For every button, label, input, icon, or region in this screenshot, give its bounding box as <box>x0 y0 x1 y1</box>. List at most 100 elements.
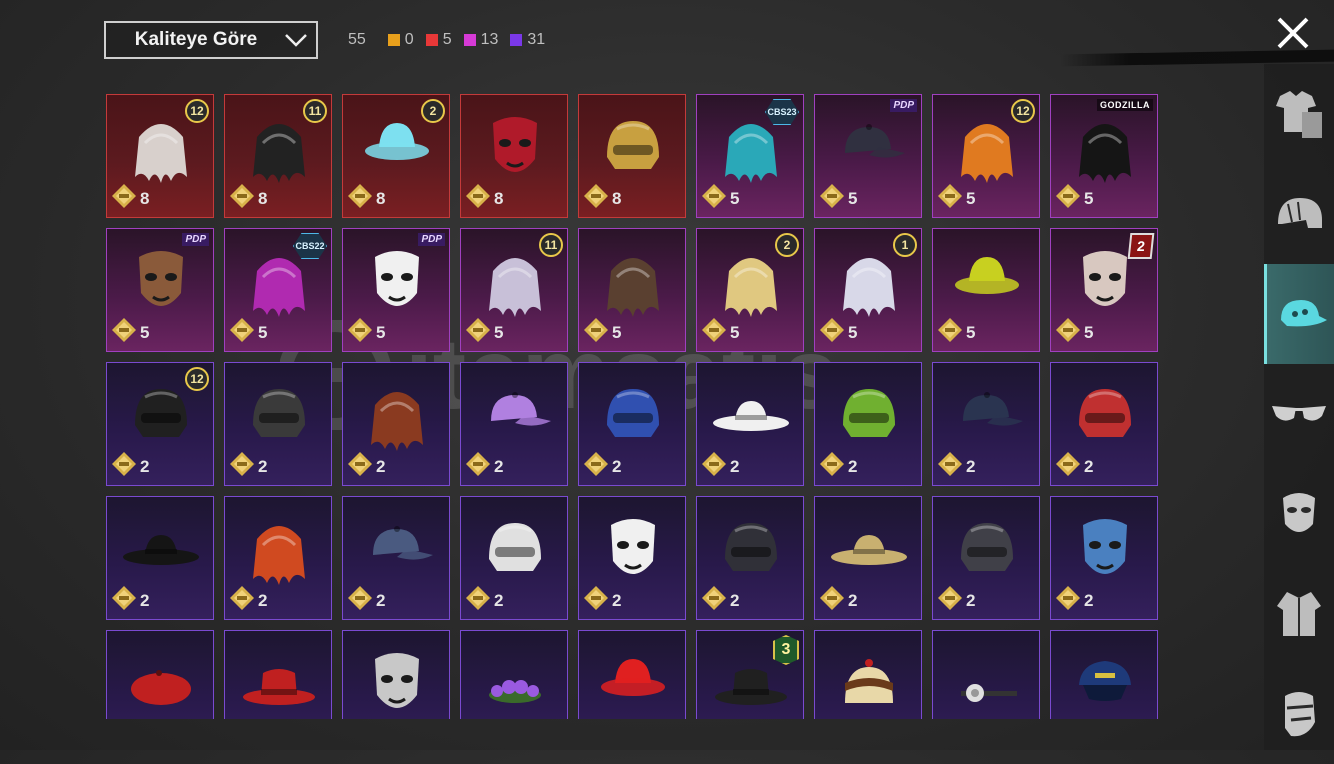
item-tile[interactable] <box>106 630 214 719</box>
tab-face[interactable] <box>1264 664 1334 764</box>
item-quantity-value: 5 <box>1084 188 1094 208</box>
item-tile[interactable]: 12 8 <box>106 94 214 218</box>
item-badge-label: 2 <box>421 99 445 123</box>
item-badge-label: 11 <box>539 233 563 257</box>
item-tile[interactable]: 2 <box>342 496 450 620</box>
close-icon <box>1277 17 1309 49</box>
item-tile[interactable] <box>460 630 568 719</box>
item-tile[interactable]: 2 <box>1050 362 1158 486</box>
item-tile[interactable]: PDP 5 <box>106 228 214 352</box>
item-badge: 2 <box>421 99 445 123</box>
item-tile[interactable]: 2 <box>460 362 568 486</box>
item-tile[interactable]: 2 <box>932 362 1040 486</box>
tab-outfit[interactable] <box>1264 64 1334 164</box>
item-tile[interactable]: 2 5 <box>696 228 804 352</box>
item-badge-label: 12 <box>185 99 209 123</box>
item-tile[interactable]: 2 <box>696 362 804 486</box>
item-quantity-value: 2 <box>730 590 740 610</box>
sort-dropdown[interactable]: Kaliteye Göre <box>104 21 318 59</box>
item-tile[interactable]: 2 <box>578 496 686 620</box>
item-image <box>1065 643 1145 719</box>
item-quantity: 2 <box>229 451 267 482</box>
item-tile[interactable]: CBS22 5 <box>224 228 332 352</box>
item-tile[interactable]: 2 <box>814 496 922 620</box>
item-quantity-value: 5 <box>140 322 150 342</box>
tab-mask[interactable] <box>1264 464 1334 564</box>
item-tile[interactable]: 2 5 <box>1050 228 1158 352</box>
item-badge-label: 11 <box>303 99 327 123</box>
item-tile[interactable]: 11 8 <box>224 94 332 218</box>
tab-headwear[interactable] <box>1264 264 1334 364</box>
item-tile[interactable]: 2 <box>578 362 686 486</box>
item-badge: GODZILLA <box>1097 99 1153 111</box>
chevron-down-icon <box>276 33 316 47</box>
item-tile[interactable]: 5 <box>578 228 686 352</box>
item-image <box>829 643 909 719</box>
item-tile[interactable]: 2 <box>224 362 332 486</box>
item-tile[interactable]: 2 <box>342 362 450 486</box>
item-tile[interactable]: 2 <box>106 496 214 620</box>
item-quantity-value: 2 <box>258 456 268 476</box>
item-tile[interactable] <box>814 630 922 719</box>
item-image <box>239 643 319 719</box>
item-tile[interactable]: 3 <box>696 630 804 719</box>
item-quantity-value: 2 <box>258 590 268 610</box>
item-tile[interactable]: 8 <box>578 94 686 218</box>
item-tile[interactable]: 2 <box>460 496 568 620</box>
item-tile[interactable]: 12 2 <box>106 362 214 486</box>
close-button[interactable] <box>1274 14 1312 52</box>
item-quantity: 2 <box>111 451 149 482</box>
mythic-count: 5 <box>442 31 452 48</box>
item-quantity: 5 <box>937 183 975 214</box>
item-image <box>829 509 909 589</box>
item-tile[interactable] <box>342 630 450 719</box>
coin-icon <box>819 183 845 214</box>
tab-jacket[interactable] <box>1264 564 1334 664</box>
item-tile[interactable]: 11 5 <box>460 228 568 352</box>
coin-icon <box>819 451 845 482</box>
item-tile[interactable]: PDP 5 <box>342 228 450 352</box>
item-image <box>711 375 791 455</box>
item-tile[interactable]: GODZILLA 5 <box>1050 94 1158 218</box>
item-quantity-value: 2 <box>848 456 858 476</box>
item-quantity-value: 5 <box>494 322 504 342</box>
item-tile[interactable]: 12 5 <box>932 94 1040 218</box>
item-tile[interactable]: CBS23 5 <box>696 94 804 218</box>
item-badge-label: PDP <box>890 99 917 112</box>
item-quantity-value: 2 <box>966 456 976 476</box>
rare-swatch <box>510 34 523 46</box>
item-badge-label: 12 <box>185 367 209 391</box>
item-image <box>121 509 201 589</box>
coin-icon <box>819 585 845 616</box>
item-image <box>711 509 791 589</box>
item-tile[interactable] <box>1050 630 1158 719</box>
item-tile[interactable]: 2 8 <box>342 94 450 218</box>
item-tile[interactable] <box>932 630 1040 719</box>
item-quantity-value: 2 <box>966 590 976 610</box>
coin-icon <box>111 183 137 214</box>
item-tile[interactable] <box>224 630 332 719</box>
item-tile[interactable]: PDP 5 <box>814 94 922 218</box>
item-image <box>947 509 1027 589</box>
item-tile[interactable]: 2 <box>224 496 332 620</box>
item-image <box>357 241 437 321</box>
item-tile[interactable]: 2 <box>814 362 922 486</box>
item-badge-label: GODZILLA <box>1097 99 1153 111</box>
item-quantity-value: 2 <box>140 590 150 610</box>
item-tile[interactable]: 2 <box>1050 496 1158 620</box>
item-tile[interactable]: 2 <box>932 496 1040 620</box>
item-image <box>475 107 555 187</box>
item-quantity: 5 <box>347 317 385 348</box>
item-tile[interactable]: 2 <box>696 496 804 620</box>
item-quantity: 8 <box>111 183 149 214</box>
legendary-swatch <box>387 34 400 46</box>
item-tile[interactable]: 1 5 <box>814 228 922 352</box>
item-tile[interactable]: 5 <box>932 228 1040 352</box>
item-quantity-value: 2 <box>1084 456 1094 476</box>
legendary-count: 0 <box>404 31 414 48</box>
tab-helmet[interactable] <box>1264 164 1334 264</box>
item-image <box>357 643 437 719</box>
tab-glasses[interactable] <box>1264 364 1334 464</box>
item-tile[interactable]: 8 <box>460 94 568 218</box>
item-tile[interactable] <box>578 630 686 719</box>
